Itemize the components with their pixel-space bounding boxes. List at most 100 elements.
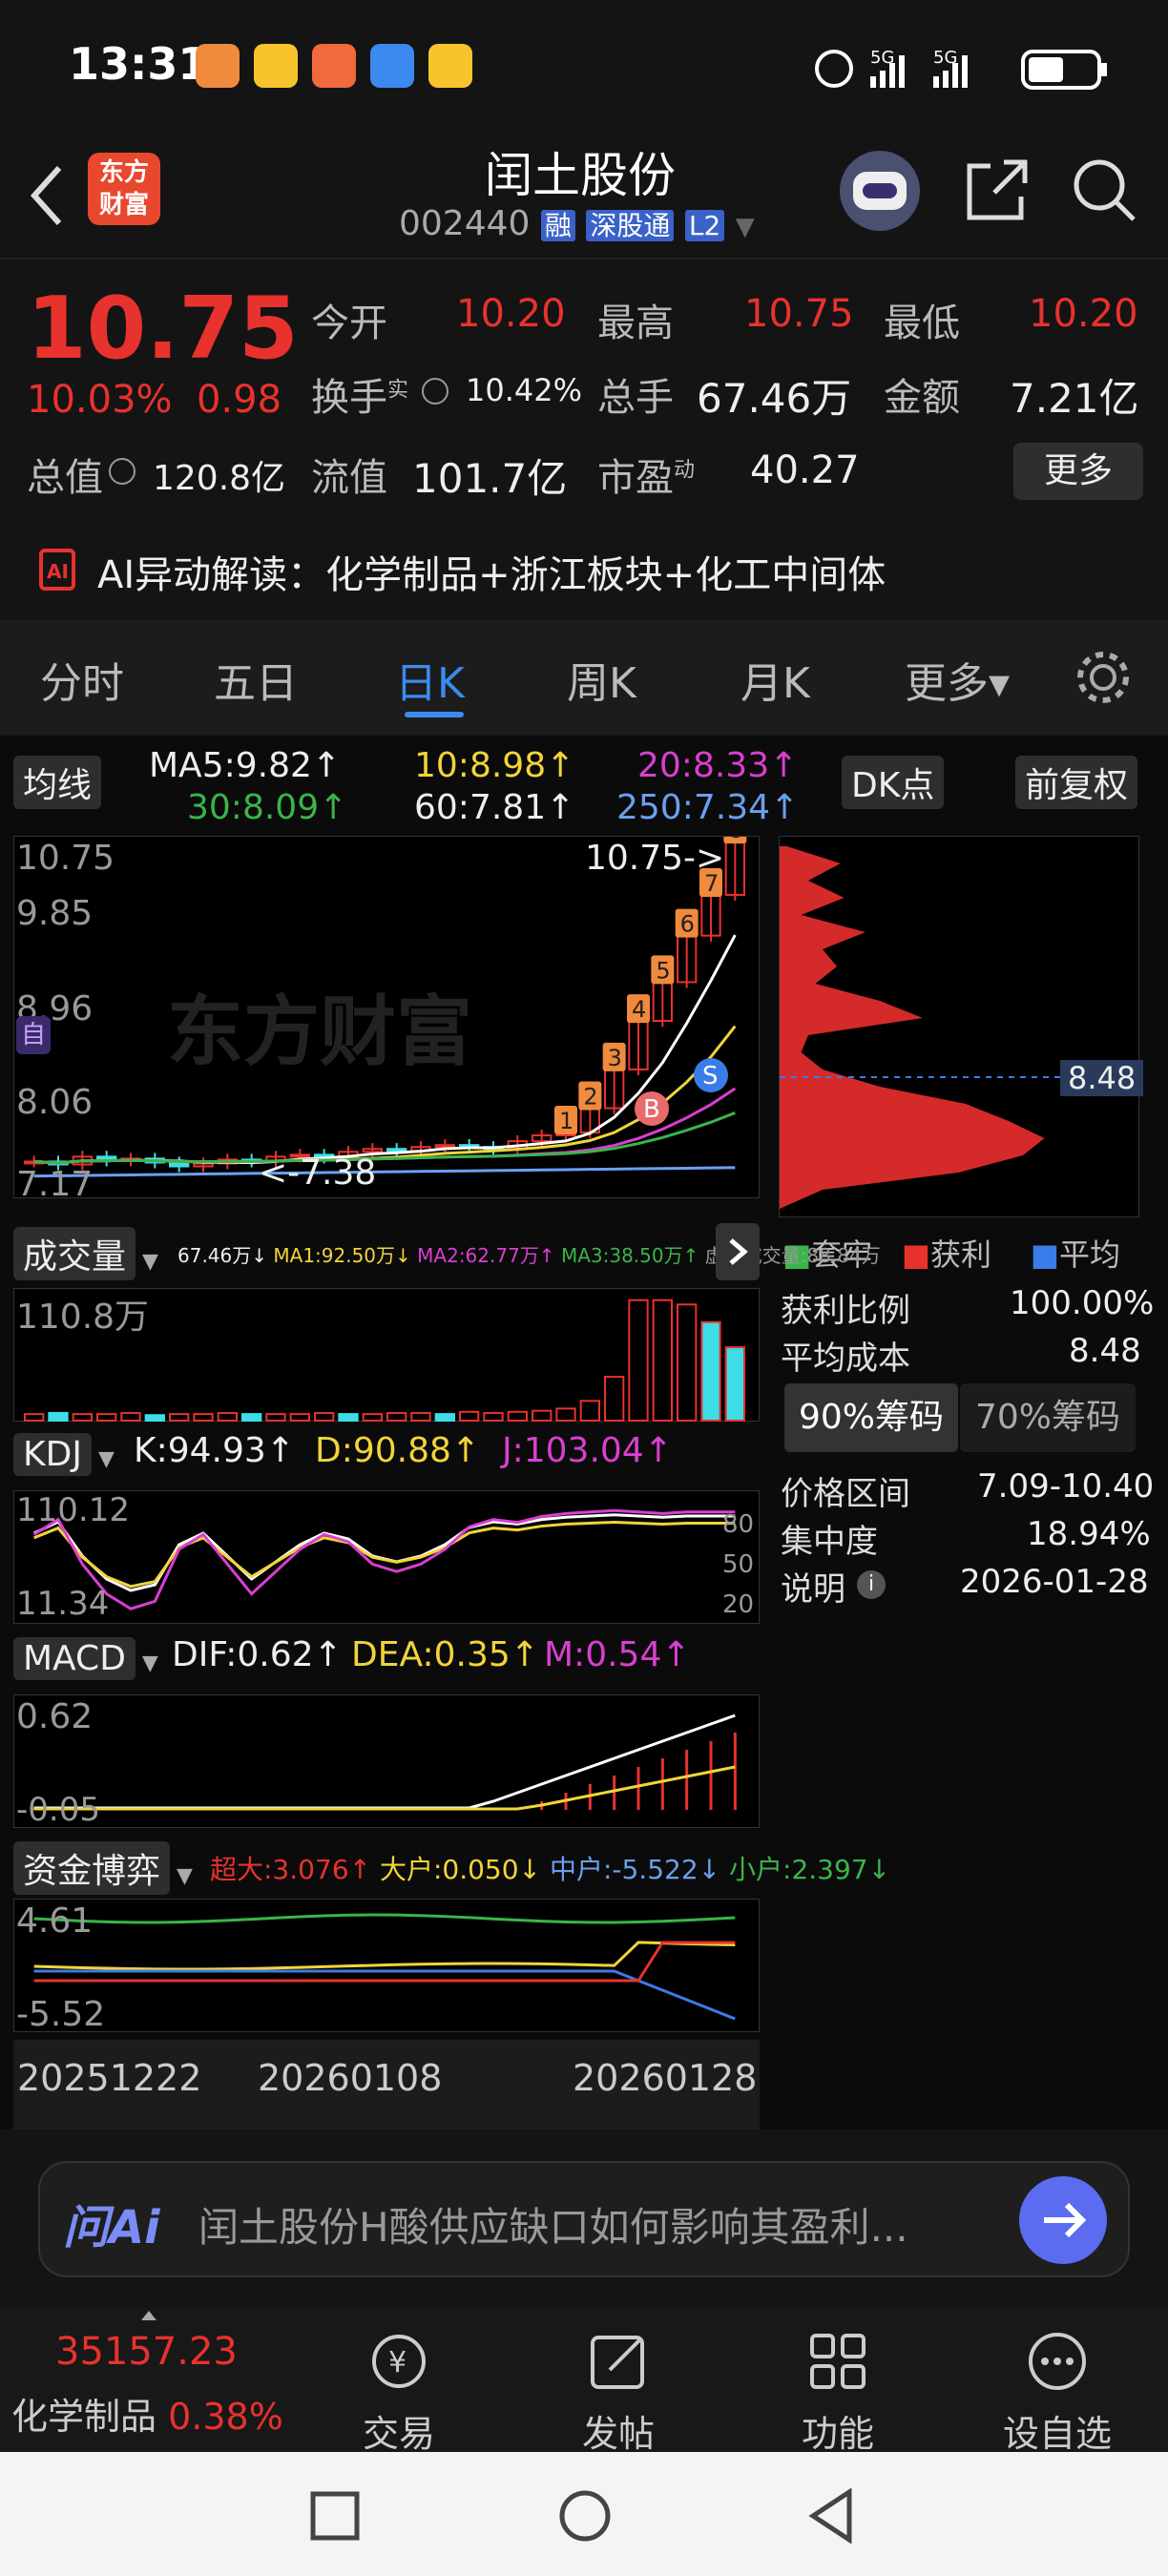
signal-label: 3 [608, 1045, 622, 1071]
chevron-up-icon[interactable] [141, 2311, 156, 2320]
signal-label: 5 [656, 957, 670, 984]
ai-robot-icon[interactable] [840, 151, 920, 231]
fund-panel[interactable]: 4.61 -5.52 [13, 1899, 760, 2034]
fund-mid: 中户:-5.522↓ [549, 1854, 721, 1885]
volume-bar [24, 1413, 45, 1422]
recent-apps-icon[interactable] [309, 2490, 361, 2542]
sector-index[interactable]: 化学制品 0.38% [11, 2387, 283, 2440]
float-value: 101.7亿 [412, 455, 568, 502]
ma-selector[interactable]: 均线 [13, 756, 102, 809]
fund-selector[interactable]: 资金博弈 ▼ [13, 1841, 193, 1895]
fund-y-max: 4.61 [16, 1901, 94, 1941]
mktcap-value: 120.8亿 [153, 459, 286, 498]
chart-area: 均线 MA5:9.82↑ 10:8.98↑ 20:8.33↑ 30:8.09↑ … [0, 737, 1168, 2129]
macd-dea: DEA:0.35↑ [351, 1635, 539, 1674]
volume-bar [483, 1411, 504, 1422]
fund-selector-label: 资金博弈 [13, 1841, 171, 1895]
trade-icon: ¥ [372, 2335, 426, 2388]
more-button[interactable]: 更多 [1013, 443, 1143, 500]
adjust-button[interactable]: 前复权 [1015, 756, 1138, 809]
search-icon[interactable] [1069, 155, 1139, 225]
watermark: 东方财富 [167, 987, 472, 1076]
kdj-panel[interactable]: 110.12 11.34 80 50 20 [13, 1490, 760, 1624]
chip-90-tab[interactable]: 90%筹码 [784, 1383, 958, 1452]
info-icon[interactable] [109, 458, 136, 485]
volume-label: 总手 [597, 376, 674, 420]
chevron-down-icon: ▼ [135, 1652, 158, 1675]
volume-bar [48, 1411, 69, 1422]
y-axis-tick: 9.85 [16, 894, 94, 933]
volume-bar [144, 1414, 166, 1422]
volume-bar [604, 1376, 625, 1423]
app-notification-icon [254, 44, 299, 88]
tab-five-day[interactable]: 五日 [214, 649, 298, 710]
macd-selector-label: MACD [13, 1637, 136, 1680]
price-range-label: 价格区间 [781, 1475, 910, 1513]
volume-selector[interactable]: 成交量 ▼ [13, 1227, 158, 1280]
function-label: 功能 [801, 2413, 874, 2455]
volume-value: 67.46万 [697, 375, 852, 422]
self-select-tag[interactable]: 自 [16, 1016, 51, 1054]
tab-weekly-k[interactable]: 周K [567, 649, 636, 710]
logo-text: 东方 [98, 158, 149, 187]
kdj-ref-50: 50 [722, 1550, 755, 1579]
tab-daily-k[interactable]: 日K [395, 649, 465, 710]
back-nav-icon[interactable] [807, 2488, 855, 2544]
chevron-right-icon[interactable] [716, 1223, 760, 1280]
tab-more[interactable]: 更多▾ [905, 649, 1010, 710]
turnover-label-text: 换手 [311, 376, 387, 420]
volume-bar [217, 1411, 239, 1422]
ai-reading[interactable]: AI异动解读：化学制品+浙江板块+化工中间体 [97, 544, 886, 599]
kdj-ref-20: 20 [722, 1590, 755, 1619]
info-icon[interactable] [422, 378, 448, 405]
macd-y-min: -0.05 [16, 1791, 100, 1829]
kline-panel[interactable]: 12345678BS 东方财富 10.75 9.85 8.96 8.06 7.1… [13, 836, 760, 1204]
tab-intraday[interactable]: 分时 [40, 649, 124, 710]
change-pct: 10.03% [27, 378, 173, 422]
info-icon[interactable]: i [857, 1570, 886, 1599]
volume-bar [532, 1409, 553, 1422]
post-button[interactable]: 发帖 [542, 2328, 695, 2457]
pe-sup: 动 [674, 458, 696, 483]
signal-label: 6 [680, 911, 695, 938]
kdj-ref-80: 80 [722, 1510, 755, 1539]
ask-ai-bar[interactable]: 问Ai 闰土股份H酸供应缺口如何影响其盈利... [38, 2161, 1130, 2277]
volume-bar [96, 1413, 117, 1422]
back-icon[interactable] [27, 162, 65, 229]
chart-tabs: 分时 五日 日K 周K 月K 更多▾ [0, 620, 1168, 735]
y-axis-min: 7.17 [16, 1165, 94, 1204]
tab-monthly-k[interactable]: 月K [740, 649, 810, 710]
kdj-d: D:90.88↑ [315, 1431, 481, 1470]
volume-ma3: MA3:38.50万↑ [560, 1244, 699, 1267]
note-label: 说明 [781, 1570, 845, 1609]
add-watchlist-button[interactable]: 设自选 [981, 2328, 1134, 2457]
chevron-down-icon[interactable]: ▼ [736, 213, 755, 241]
candle [169, 1161, 190, 1168]
float-label: 流值 [311, 456, 387, 500]
send-arrow-icon[interactable] [1019, 2176, 1107, 2264]
app-notification-icon [196, 44, 240, 88]
chevron-down-icon: ▼ [136, 1250, 158, 1274]
fund-super: 超大:3.076↑ [210, 1854, 372, 1885]
macd-y-max: 0.62 [16, 1697, 94, 1736]
volume-bar [241, 1413, 262, 1422]
chip-70-tab[interactable]: 70%筹码 [960, 1383, 1136, 1452]
home-icon[interactable] [557, 2488, 613, 2544]
chip-distribution-panel[interactable]: 8.48 [779, 836, 1144, 1217]
volume-bar [362, 1413, 383, 1422]
amount-value: 7.21亿 [1010, 375, 1139, 422]
trade-button[interactable]: ¥ 交易 [323, 2328, 475, 2457]
gear-icon[interactable] [1073, 647, 1134, 708]
kdj-selector[interactable]: KDJ ▼ [13, 1433, 115, 1476]
macd-selector[interactable]: MACD ▼ [13, 1637, 158, 1680]
macd-chart [32, 1714, 737, 1811]
function-button[interactable]: 功能 [761, 2328, 914, 2457]
volume-panel[interactable]: 110.8万 [13, 1288, 760, 1423]
kdj-k: K:94.93↑ [134, 1431, 295, 1470]
share-icon[interactable] [962, 155, 1032, 225]
sector-index-value[interactable]: 35157.23 [55, 2330, 238, 2374]
volume-ma1: MA1:92.50万↓ [273, 1244, 411, 1267]
ask-ai-prompt[interactable]: 闰土股份H酸供应缺口如何影响其盈利... [198, 2195, 908, 2254]
macd-panel[interactable]: 0.62 -0.05 [13, 1694, 760, 1829]
dk-point-button[interactable]: DK点 [842, 756, 945, 809]
